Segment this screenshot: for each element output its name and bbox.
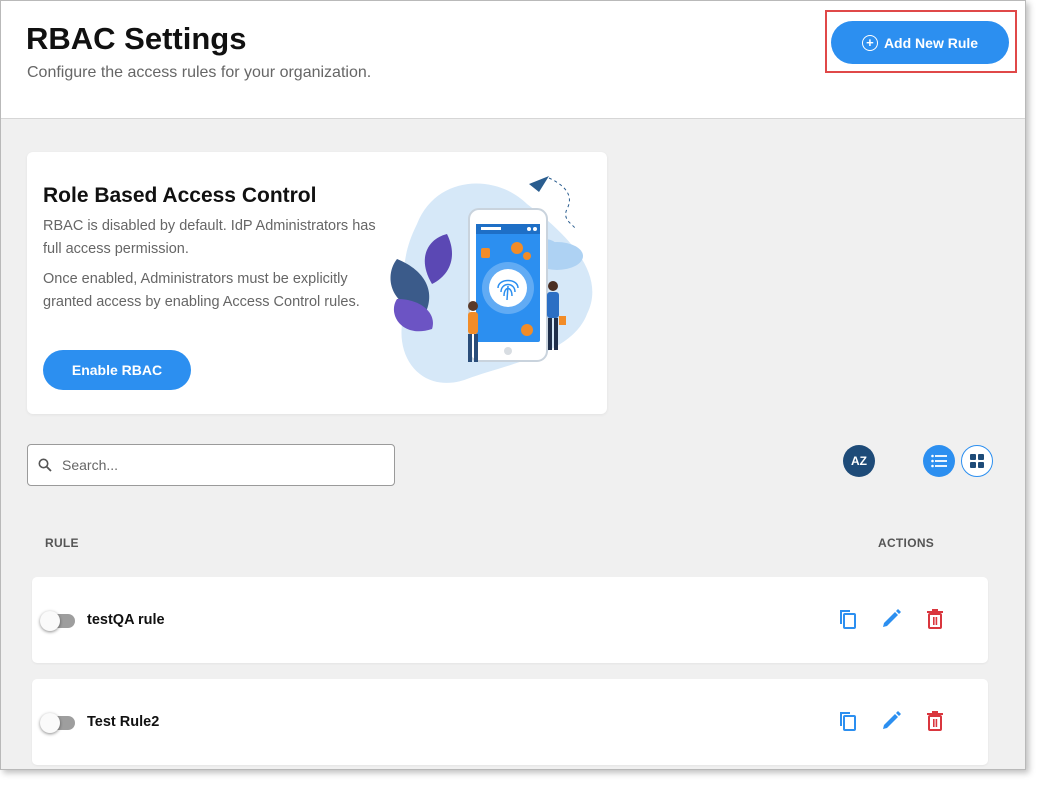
- rule-enabled-toggle[interactable]: [40, 611, 75, 631]
- rbac-card-description: RBAC is disabled by default. IdP Adminis…: [43, 218, 376, 257]
- rule-name: Test Rule2: [87, 714, 160, 730]
- grid-view-icon: [970, 454, 984, 468]
- table-row: testQA rule: [32, 577, 988, 663]
- search-input[interactable]: [62, 445, 382, 485]
- list-view-button[interactable]: [923, 445, 955, 477]
- search-icon: [38, 458, 52, 472]
- sort-az-label: AZ: [851, 454, 867, 468]
- list-view-icon: [931, 454, 947, 468]
- add-new-rule-label: Add New Rule: [883, 34, 979, 51]
- add-new-rule-button[interactable]: + Add New Rule: [831, 21, 1009, 64]
- app-window: RBAC Settings Configure the access rules…: [0, 0, 1026, 770]
- sort-az-icon[interactable]: AZ: [843, 445, 875, 477]
- copy-icon[interactable]: [835, 709, 859, 733]
- page-header: RBAC Settings Configure the access rules…: [1, 1, 1025, 119]
- rule-name: testQA rule: [87, 612, 165, 628]
- column-header-rule: RULE: [45, 536, 79, 550]
- rbac-info-card: Role Based Access Control RBAC is disabl…: [27, 152, 607, 414]
- rule-enabled-toggle[interactable]: [40, 713, 75, 733]
- delete-icon[interactable]: [923, 709, 947, 733]
- page-title: RBAC Settings: [26, 21, 247, 56]
- grid-view-button[interactable]: [961, 445, 993, 477]
- delete-icon[interactable]: [923, 607, 947, 631]
- column-header-actions: ACTIONS: [878, 536, 935, 550]
- edit-icon[interactable]: [879, 709, 903, 733]
- page-subtitle: Configure the access rules for your orga…: [27, 64, 372, 81]
- copy-icon[interactable]: [835, 607, 859, 631]
- search-field[interactable]: [27, 444, 395, 486]
- plus-circle-icon: +: [861, 34, 878, 51]
- enable-rbac-button[interactable]: Enable RBAC: [43, 350, 191, 390]
- security-illustration: [390, 176, 593, 383]
- edit-icon[interactable]: [879, 607, 903, 631]
- rbac-card-title: Role Based Access Control: [43, 184, 317, 207]
- rbac-card-note: Once enabled, Administrators must be exp…: [43, 271, 360, 310]
- table-row: Test Rule2: [32, 679, 988, 765]
